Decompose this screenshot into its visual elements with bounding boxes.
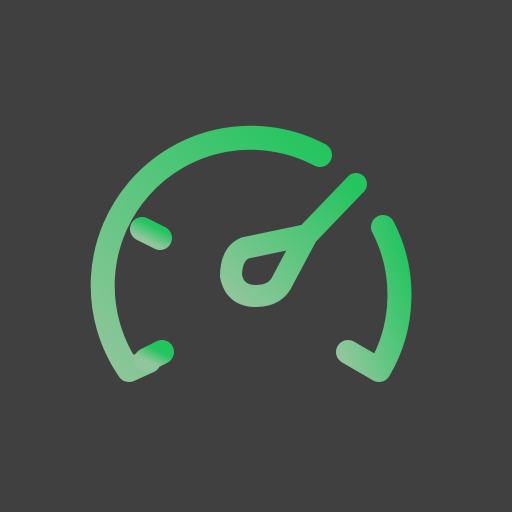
speedometer-icon [90,125,412,382]
gauge-needle [220,173,367,307]
gauge-tick-left-low [134,340,174,372]
gauge-tick-left [130,217,172,250]
gauge-right-arc [336,215,412,382]
icon-canvas [0,0,512,512]
